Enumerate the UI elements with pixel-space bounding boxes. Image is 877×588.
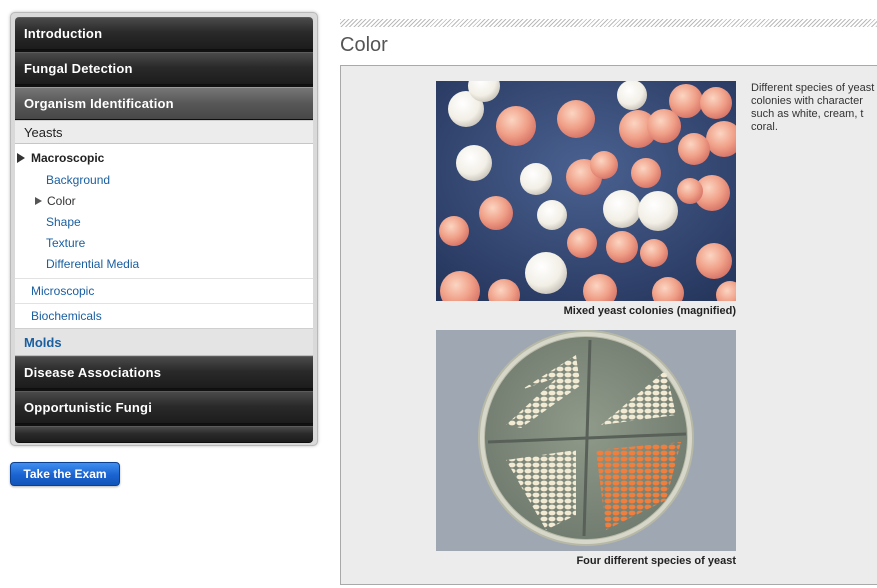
petri-dish-image [436,330,736,551]
take-exam-button[interactable]: Take the Exam [10,462,120,486]
nav-item-background[interactable]: Background [15,169,313,190]
expand-arrow-icon [17,153,25,163]
current-item-arrow-icon [35,196,42,205]
nav-organism-identification[interactable]: Organism Identification [15,87,313,120]
nav-footer-bar [15,426,313,443]
nav-yeasts[interactable]: Yeasts [15,120,313,144]
nav-fungal-detection[interactable]: Fungal Detection [15,52,313,85]
nav-molds[interactable]: Molds [15,328,313,356]
nav-item-color[interactable]: Color [15,190,313,211]
nav-microscopic[interactable]: Microscopic [15,278,313,303]
nav-item-texture[interactable]: Texture [15,232,313,253]
page-title: Color [340,34,388,56]
header-divider [340,19,877,27]
organism-identification-submenu: Yeasts Macroscopic Background Color Shap… [15,120,313,356]
sidebar-nav: Introduction Fungal Detection Organism I… [10,12,318,446]
nav-item-shape[interactable]: Shape [15,211,313,232]
nav-introduction[interactable]: Introduction [15,17,313,50]
image-caption: Four different species of yeast [576,555,736,567]
image-caption: Mixed yeast colonies (magnified) [563,305,736,317]
nav-macroscopic[interactable]: Macroscopic [15,147,313,169]
yeast-colonies-image [436,81,736,301]
nav-opportunistic-fungi[interactable]: Opportunistic Fungi [15,391,313,424]
color-description: Different species of yeast colonies with… [751,82,875,133]
nav-item-differential-media[interactable]: Differential Media [15,253,313,274]
nav-disease-associations[interactable]: Disease Associations [15,356,313,389]
nav-biochemicals[interactable]: Biochemicals [15,303,313,328]
